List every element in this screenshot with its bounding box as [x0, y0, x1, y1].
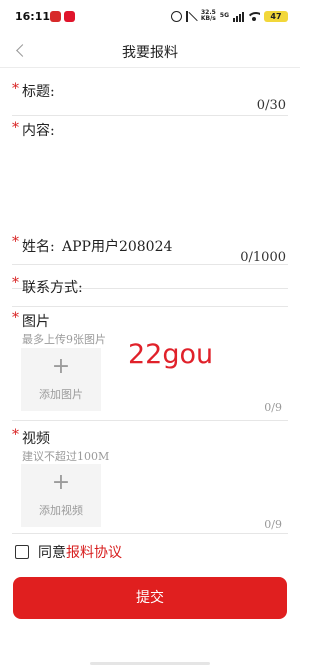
required-mark: *	[12, 427, 19, 443]
signal-icon	[233, 11, 244, 22]
required-mark: *	[12, 120, 19, 136]
wifi-icon	[248, 11, 260, 21]
add-video-button[interactable]: + 添加视频	[21, 464, 101, 527]
agreement-row: 同意 报料协议	[15, 542, 122, 562]
nav-bar: 我要报料	[0, 34, 300, 68]
net-speed: 32.5 KB/s	[201, 10, 216, 22]
video-field: * 视频 建议不超过100M + 添加视频 0/9	[12, 421, 288, 534]
video-counter: 0/9	[264, 518, 282, 531]
add-video-label: 添加视频	[39, 504, 83, 517]
required-mark: *	[12, 234, 19, 250]
plus-icon: +	[51, 470, 71, 495]
images-hint: 最多上传9张图片	[22, 333, 106, 346]
name-field[interactable]: * 姓名: APP用户208024	[12, 221, 288, 265]
video-hint: 建议不超过100M	[22, 450, 110, 463]
contact-label: 联系方式:	[22, 280, 83, 296]
required-mark: *	[12, 310, 19, 326]
network-type: 5G	[220, 13, 229, 19]
notification-app-icon-2	[64, 11, 75, 22]
watermark-text: 22gou	[128, 339, 214, 370]
agree-checkbox[interactable]	[15, 545, 29, 559]
mute-icon	[185, 10, 197, 22]
battery-icon: 47	[264, 10, 288, 22]
name-value[interactable]: APP用户208024	[62, 236, 172, 256]
agree-text: 同意	[38, 545, 66, 561]
agreement-link[interactable]: 报料协议	[66, 542, 122, 562]
title-label: 标题:	[22, 84, 55, 100]
page-title: 我要报料	[122, 45, 178, 61]
images-counter: 0/9	[264, 401, 282, 414]
images-label: 图片	[22, 314, 50, 330]
required-mark: *	[12, 275, 19, 291]
contact-field[interactable]: * 联系方式:	[12, 265, 288, 307]
title-counter: 0/30	[256, 98, 286, 113]
video-label: 视频	[22, 431, 50, 447]
home-indicator	[90, 662, 210, 665]
required-mark: *	[12, 81, 19, 97]
title-field[interactable]: * 标题: 0/30	[12, 68, 288, 116]
name-label: 姓名:	[22, 239, 55, 255]
network-type-label: 5G	[219, 12, 229, 19]
net-speed-unit: KB/s	[200, 15, 216, 22]
submit-button[interactable]: 提交	[13, 577, 287, 619]
add-image-label: 添加图片	[39, 388, 83, 401]
status-time: 16:11	[15, 10, 51, 23]
notification-app-icon	[50, 11, 61, 22]
plus-icon: +	[51, 354, 71, 379]
content-label: 内容:	[22, 123, 55, 139]
status-bar: 16:11 32.5 KB/s 5G 47	[0, 0, 300, 34]
alarm-icon	[170, 10, 182, 22]
add-image-button[interactable]: + 添加图片	[21, 348, 101, 411]
